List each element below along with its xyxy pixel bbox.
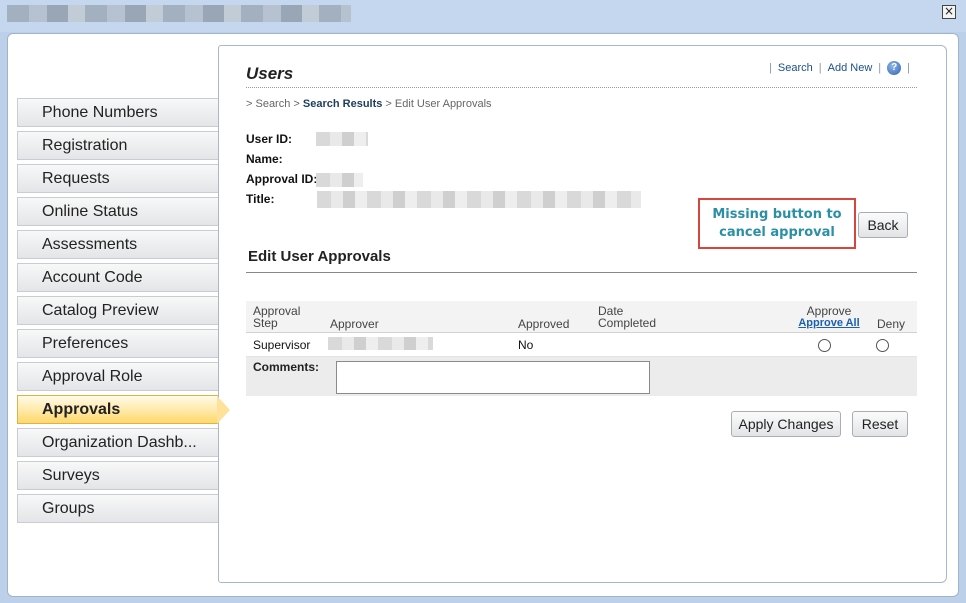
close-icon[interactable]: × bbox=[942, 5, 956, 19]
sidebar-item-label: Organization Dashb... bbox=[42, 434, 197, 451]
breadcrumb-current: Edit User Approvals bbox=[394, 98, 492, 110]
header-links: | Search | Add New | ? | bbox=[763, 61, 916, 75]
breadcrumb-search[interactable]: Search bbox=[255, 98, 290, 110]
sidebar-item-organization-dashboard[interactable]: Organization Dashb... bbox=[17, 428, 218, 457]
link-separator: | bbox=[878, 62, 882, 74]
sidebar-item-preferences[interactable]: Preferences bbox=[17, 329, 218, 358]
sidebar-item-account-code[interactable]: Account Code bbox=[17, 263, 218, 292]
sidebar-item-online-status[interactable]: Online Status bbox=[17, 197, 218, 226]
back-button[interactable]: Back bbox=[858, 212, 908, 238]
column-header-line: Completed bbox=[598, 316, 657, 330]
redacted-title bbox=[317, 191, 641, 208]
approve-all-link[interactable]: Approve All bbox=[794, 317, 864, 329]
comments-field[interactable] bbox=[336, 361, 650, 394]
add-new-link[interactable]: Add New bbox=[828, 62, 873, 74]
sidebar-item-approval-role[interactable]: Approval Role bbox=[17, 362, 218, 391]
table-row: Supervisor No bbox=[246, 333, 917, 357]
sidebar-item-assessments[interactable]: Assessments bbox=[17, 230, 218, 259]
sidebar-item-label: Phone Numbers bbox=[42, 104, 158, 121]
reset-button[interactable]: Reset bbox=[852, 411, 908, 437]
sidebar-item-label: Registration bbox=[42, 137, 128, 154]
comments-label: Comments: bbox=[253, 360, 320, 374]
approve-radio[interactable] bbox=[818, 339, 831, 352]
sidebar-item-catalog-preview[interactable]: Catalog Preview bbox=[17, 296, 218, 325]
column-header-line: Step bbox=[253, 316, 278, 330]
link-separator: | bbox=[907, 62, 910, 74]
sidebar-item-label: Account Code bbox=[42, 269, 143, 286]
sidebar-item-requests[interactable]: Requests bbox=[17, 164, 218, 193]
sidebar-item-phone-numbers[interactable]: Phone Numbers bbox=[17, 98, 218, 127]
title-label: Title: bbox=[246, 192, 275, 206]
redacted-user-id bbox=[316, 132, 368, 146]
sidebar-item-label: Assessments bbox=[42, 236, 138, 253]
comments-row: Comments: bbox=[246, 357, 917, 396]
sidebar-item-label: Approvals bbox=[42, 401, 121, 418]
content-panel: Users | Search | Add New | ? | > Search … bbox=[218, 45, 947, 583]
approval-id-label: Approval ID: bbox=[246, 172, 318, 186]
breadcrumb: > Search > Search Results > Edit User Ap… bbox=[246, 98, 492, 110]
link-separator: | bbox=[818, 62, 822, 74]
section-title: Edit User Approvals bbox=[248, 248, 391, 265]
column-header-line: Approve bbox=[806, 304, 852, 318]
sidebar-nav: Phone Numbers Registration Requests Onli… bbox=[17, 98, 232, 527]
page-title: Users bbox=[246, 64, 294, 83]
sidebar-item-label: Groups bbox=[42, 500, 95, 517]
apply-changes-button[interactable]: Apply Changes bbox=[731, 411, 841, 437]
sidebar-item-approvals[interactable]: Approvals bbox=[17, 395, 232, 425]
column-header-approve: Approve Approve All bbox=[794, 305, 864, 329]
sidebar-item-label: Online Status bbox=[42, 203, 139, 220]
approval-step-cell: Supervisor bbox=[253, 338, 311, 352]
breadcrumb-separator: > bbox=[382, 98, 395, 110]
redacted-window-title bbox=[7, 5, 351, 22]
sidebar-item-label: Surveys bbox=[42, 467, 100, 484]
sidebar-item-label: Preferences bbox=[42, 335, 129, 352]
approvals-table-header: Approval Step Approver Approved Date Com… bbox=[246, 301, 917, 333]
sidebar-item-label: Requests bbox=[42, 170, 110, 187]
redacted-approver bbox=[328, 337, 433, 350]
sidebar-item-groups[interactable]: Groups bbox=[17, 494, 218, 523]
window-titlebar: × bbox=[0, 0, 966, 32]
sidebar-item-registration[interactable]: Registration bbox=[17, 131, 218, 160]
column-header-approval-step: Approval Step bbox=[253, 305, 300, 329]
column-header-approver: Approver bbox=[330, 317, 379, 331]
user-id-label: User ID: bbox=[246, 132, 293, 146]
redacted-approval-id bbox=[316, 173, 363, 187]
column-header-deny: Deny bbox=[877, 317, 906, 331]
section-divider bbox=[246, 272, 917, 273]
annotation-line: cancel approval bbox=[719, 225, 835, 240]
link-separator: | bbox=[769, 62, 772, 74]
column-header-approved: Approved bbox=[518, 317, 570, 331]
breadcrumb-search-results[interactable]: Search Results bbox=[303, 98, 382, 110]
user-info: User ID: Name: Approval ID: Title: bbox=[246, 132, 317, 212]
breadcrumb-separator: > bbox=[290, 98, 303, 110]
sidebar-item-label: Catalog Preview bbox=[42, 302, 159, 319]
annotation-line: Missing button to bbox=[712, 207, 842, 222]
sidebar-item-surveys[interactable]: Surveys bbox=[17, 461, 218, 490]
deny-radio[interactable] bbox=[876, 339, 889, 352]
search-link[interactable]: Search bbox=[778, 62, 813, 74]
title-divider bbox=[246, 87, 917, 88]
help-icon[interactable]: ? bbox=[887, 61, 902, 75]
annotation-callout: Missing button to cancel approval bbox=[698, 198, 856, 249]
name-label: Name: bbox=[246, 152, 283, 166]
sidebar-item-label: Approval Role bbox=[42, 368, 143, 385]
approved-cell: No bbox=[518, 338, 534, 352]
column-header-date-completed: Date Completed bbox=[598, 305, 656, 329]
